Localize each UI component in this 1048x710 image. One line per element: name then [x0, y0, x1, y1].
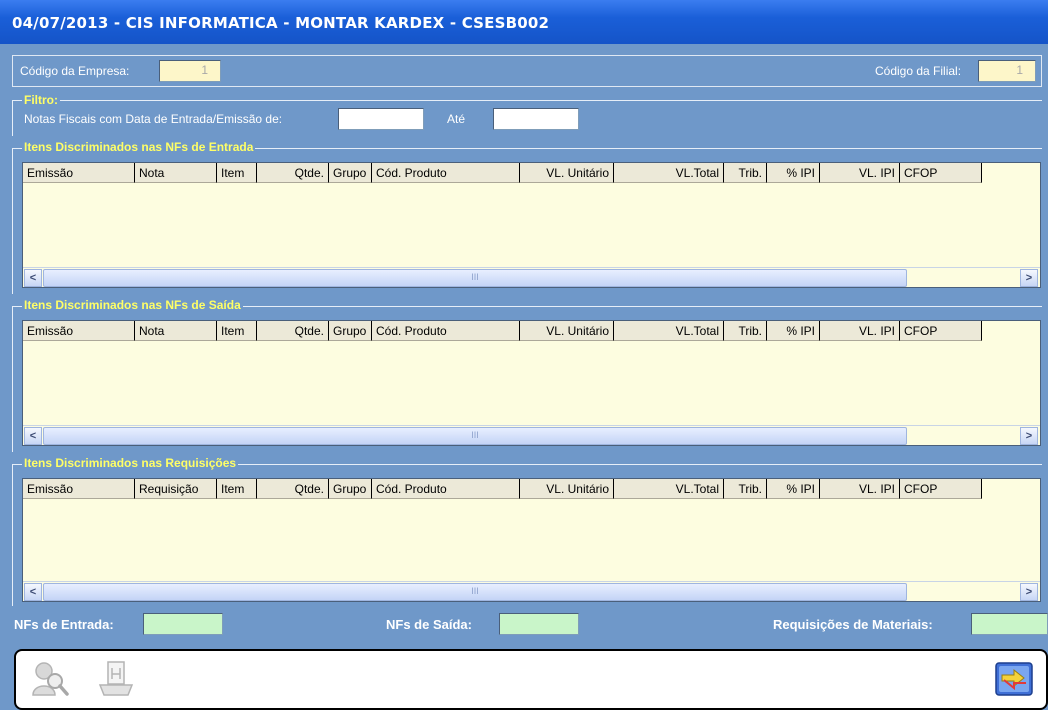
col-vl-total[interactable]: VL.Total [614, 163, 724, 183]
col-cod-produto[interactable]: Cód. Produto [372, 163, 520, 183]
saida-total-label: NFs de Saída: [386, 617, 472, 632]
saida-grid-header: Emissão Nota Item Qtde. Grupo Cód. Produ… [23, 321, 982, 341]
saida-legend: Itens Discriminados nas NFs de Saída [22, 298, 243, 312]
scroll-right-icon[interactable]: > [1020, 427, 1038, 445]
col-item[interactable]: Item [217, 163, 257, 183]
col-nota[interactable]: Nota [135, 321, 217, 341]
search-person-icon [32, 662, 69, 696]
col-cfop[interactable]: CFOP [900, 163, 982, 183]
scroll-left-icon[interactable]: < [24, 427, 42, 445]
bottom-toolbar [14, 649, 1048, 710]
col-qtde[interactable]: Qtde. [257, 479, 329, 499]
col-item[interactable]: Item [217, 321, 257, 341]
ate-label: Até [447, 112, 466, 126]
col-nota[interactable]: Nota [135, 163, 217, 183]
col-ipi-pct[interactable]: % IPI [767, 163, 820, 183]
filtro-legend: Filtro: [22, 93, 60, 107]
empresa-label: Código da Empresa: [20, 64, 130, 78]
saida-grid[interactable]: Emissão Nota Item Qtde. Grupo Cód. Produ… [22, 320, 1041, 446]
col-requisicao[interactable]: Requisição [135, 479, 217, 499]
col-trib[interactable]: Trib. [724, 163, 767, 183]
entrada-hscrollbar[interactable]: < III > [23, 267, 1040, 287]
filtro-date-label: Notas Fiscais com Data de Entrada/Emissã… [24, 112, 283, 126]
filial-label: Código da Filial: [875, 64, 962, 78]
col-qtde[interactable]: Qtde. [257, 163, 329, 183]
col-cfop[interactable]: CFOP [900, 321, 982, 341]
col-trib[interactable]: Trib. [724, 321, 767, 341]
col-vl-unitario[interactable]: VL. Unitário [520, 321, 614, 341]
col-vl-ipi[interactable]: VL. IPI [820, 163, 900, 183]
search-button[interactable] [30, 659, 70, 699]
col-vl-unitario[interactable]: VL. Unitário [520, 163, 614, 183]
col-vl-total[interactable]: VL.Total [614, 321, 724, 341]
col-qtde[interactable]: Qtde. [257, 321, 329, 341]
col-item[interactable]: Item [217, 479, 257, 499]
requisicoes-grid[interactable]: Emissão Requisição Item Qtde. Grupo Cód.… [22, 478, 1041, 602]
requisicoes-grid-header: Emissão Requisição Item Qtde. Grupo Cód.… [23, 479, 982, 499]
col-vl-ipi[interactable]: VL. IPI [820, 479, 900, 499]
date-from-input[interactable] [338, 108, 424, 130]
col-cfop[interactable]: CFOP [900, 479, 982, 499]
col-cod-produto[interactable]: Cód. Produto [372, 479, 520, 499]
col-trib[interactable]: Trib. [724, 479, 767, 499]
col-ipi-pct[interactable]: % IPI [767, 321, 820, 341]
entrada-grid-header: Emissão Nota Item Qtde. Grupo Cód. Produ… [23, 163, 982, 183]
requisicoes-total-field[interactable] [971, 613, 1048, 635]
exit-arrows-icon [995, 662, 1033, 696]
requisicoes-total-label: Requisições de Materiais: [773, 617, 933, 632]
col-emissao[interactable]: Emissão [23, 321, 135, 341]
scroll-thumb[interactable]: III [43, 269, 907, 287]
col-emissao[interactable]: Emissão [23, 163, 135, 183]
saida-total-field[interactable] [499, 613, 579, 635]
scroll-left-icon[interactable]: < [24, 583, 42, 601]
exit-button[interactable] [994, 659, 1034, 699]
filial-code-field[interactable]: 1 [978, 60, 1036, 82]
scroll-right-icon[interactable]: > [1020, 269, 1038, 287]
col-grupo[interactable]: Grupo [329, 321, 372, 341]
col-grupo[interactable]: Grupo [329, 163, 372, 183]
entrada-total-label: NFs de Entrada: [14, 617, 114, 632]
scroll-thumb[interactable]: III [43, 427, 907, 445]
requisicoes-hscrollbar[interactable]: < III > [23, 581, 1040, 601]
scroll-thumb[interactable]: III [43, 583, 907, 601]
scroll-left-icon[interactable]: < [24, 269, 42, 287]
col-ipi-pct[interactable]: % IPI [767, 479, 820, 499]
window-title: 04/07/2013 - CIS INFORMATICA - MONTAR KA… [0, 0, 1048, 44]
entrada-total-field[interactable] [143, 613, 223, 635]
entrada-legend: Itens Discriminados nas NFs de Entrada [22, 140, 256, 154]
saida-hscrollbar[interactable]: < III > [23, 425, 1040, 445]
col-vl-unitario[interactable]: VL. Unitário [520, 479, 614, 499]
requisicoes-legend: Itens Discriminados nas Requisições [22, 456, 239, 470]
col-grupo[interactable]: Grupo [329, 479, 372, 499]
print-button[interactable] [96, 659, 136, 699]
scroll-right-icon[interactable]: > [1020, 583, 1038, 601]
col-vl-ipi[interactable]: VL. IPI [820, 321, 900, 341]
col-vl-total[interactable]: VL.Total [614, 479, 724, 499]
print-icon [98, 661, 134, 696]
entrada-grid[interactable]: Emissão Nota Item Qtde. Grupo Cód. Produ… [22, 162, 1041, 288]
date-to-input[interactable] [493, 108, 579, 130]
col-emissao[interactable]: Emissão [23, 479, 135, 499]
col-cod-produto[interactable]: Cód. Produto [372, 321, 520, 341]
empresa-code-field[interactable]: 1 [159, 60, 221, 82]
